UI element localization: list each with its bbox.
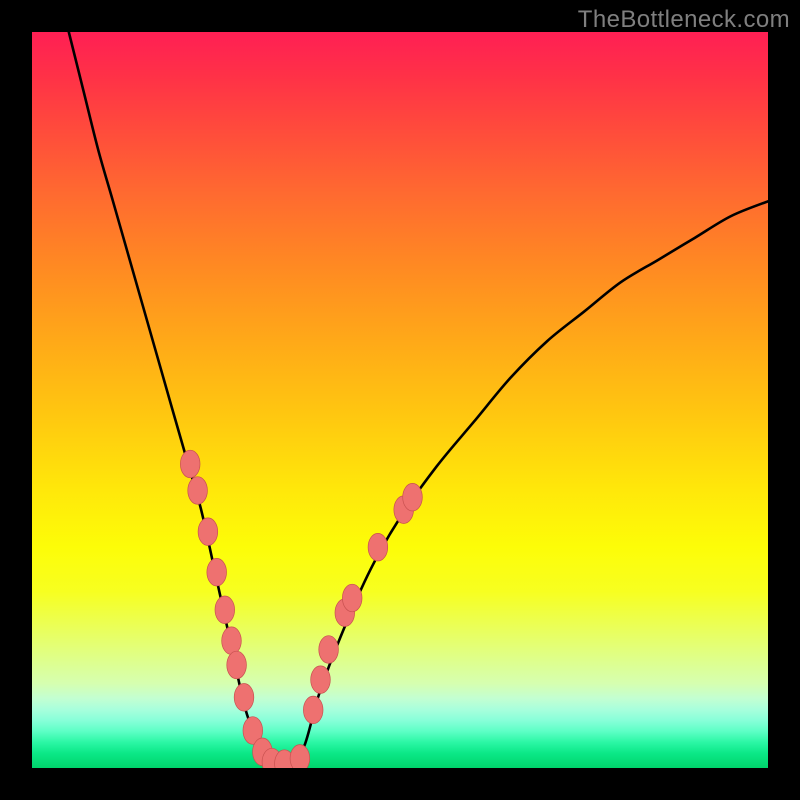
curve-marker xyxy=(234,684,254,712)
watermark-text: TheBottleneck.com xyxy=(578,6,790,34)
bottleneck-curve-svg xyxy=(32,32,768,768)
curve-marker xyxy=(227,651,247,679)
curve-marker xyxy=(319,636,339,664)
curve-marker xyxy=(180,450,200,478)
curve-marker xyxy=(207,558,227,586)
curve-marker xyxy=(290,745,310,768)
bottleneck-curve xyxy=(69,32,768,768)
curve-marker xyxy=(198,518,218,546)
chart-frame: TheBottleneck.com xyxy=(0,0,800,800)
curve-marker xyxy=(222,627,242,655)
curve-marker xyxy=(368,533,388,561)
curve-marker xyxy=(403,483,423,511)
curve-marker xyxy=(303,696,323,724)
curve-marker xyxy=(188,477,208,505)
curve-markers xyxy=(180,450,422,768)
plot-area xyxy=(32,32,768,768)
curve-marker xyxy=(215,596,235,624)
curve-marker xyxy=(311,666,331,694)
curve-marker xyxy=(342,584,362,612)
